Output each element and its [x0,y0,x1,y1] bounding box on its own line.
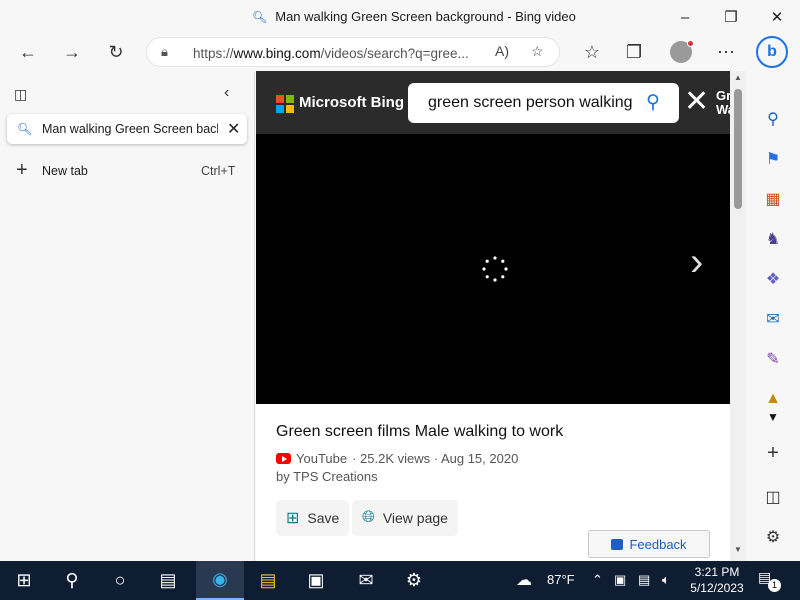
sidebar-search-icon[interactable]: ⚲ [761,107,785,131]
sidebar-games-icon[interactable]: ♞ [761,227,785,251]
plus-icon: + [16,159,28,181]
tab-title: Man walking Green Screen background - Bi… [42,122,218,136]
back-button[interactable]: ← [12,36,44,68]
tab-item[interactable]: 🔍︎ Man walking Green Screen background -… [7,114,247,144]
sidebar-tools-icon[interactable]: ▦ [761,187,785,211]
scroll-thumb[interactable] [734,89,742,209]
collapse-pane-icon[interactable]: ‹ [224,84,229,102]
next-video-chevron-icon[interactable]: › [690,242,703,282]
favorites-icon[interactable]: ☆ [576,36,608,68]
store-icon[interactable]: ▣ [292,561,340,600]
profile-avatar[interactable] [670,40,694,63]
title-bar: 🔍︎ Man walking Green Screen background -… [0,0,800,34]
forward-button[interactable]: → [56,36,88,68]
bing-chat-icon[interactable]: b [756,36,788,68]
sidebar-outlook-icon[interactable]: ✉ [761,307,785,331]
save-button[interactable]: ⊞ Save [276,500,350,536]
sidebar-settings-icon[interactable]: ⚙ [761,525,785,549]
tray-chevron-icon[interactable]: ⌃ [592,572,603,588]
edge-sidebar: ⚲ ⚑ ▦ ♞ ❖ ✉ ✎ ▲ ▼ + ◫ ⚙ [747,71,800,561]
sidebar-more-chevron-icon[interactable]: ▼ [761,405,785,429]
profile-notification-dot [687,40,694,47]
taskbar-clock[interactable]: 3:21 PM 5/12/2023 [686,564,748,596]
lock-icon[interactable]: 🔒︎ [161,44,168,60]
mail-icon[interactable]: ✉ [342,561,390,600]
sidebar-microsoft365-icon[interactable]: ❖ [761,267,785,291]
vertical-tabs-pane: ◫ ‹ 🔍︎ Man walking Green Screen backgrou… [0,72,255,562]
clock-time: 3:21 PM [694,565,740,579]
network-icon[interactable]: ▤ [638,572,650,588]
video-player[interactable]: › [256,134,730,404]
refresh-button[interactable]: ↻ [100,36,132,68]
search-box[interactable]: green screen person walking ⚲ [408,83,679,123]
more-menu-icon[interactable]: ⋯ [710,36,742,68]
view-page-button[interactable]: 🌐︎ View page [352,500,458,536]
meet-now-icon[interactable]: ▣ [614,572,626,588]
save-icon: ⊞ [286,510,300,527]
feedback-icon [611,538,624,550]
video-source: YouTube [296,451,348,466]
truncated-label: Gr Wa [716,88,730,117]
file-explorer-icon[interactable]: ▤ [244,561,292,600]
feedback-label: Feedback [629,536,687,552]
taskbar-search-icon[interactable]: ⚲ [48,561,96,600]
new-tab-button[interactable]: + New tab Ctrl+T [0,160,248,184]
new-tab-label: New tab [42,164,88,178]
cortana-icon[interactable]: ○ [96,561,144,600]
video-author: by TPS Creations [276,469,378,484]
youtube-icon [276,453,291,464]
video-stats: · 25.2K views · Aug 15, 2020 [352,451,519,466]
windows-taskbar: ⊞ ⚲ ○ ▤ ◉ ▤ ▣ ✉ ⚙ ☁ 87°F ⌃ ▣ ▤ 🔈︎ 3:21 P… [0,561,800,600]
window-title: 🔍︎ Man walking Green Screen background -… [252,9,576,24]
edge-taskbar-icon[interactable]: ◉ [196,561,244,600]
add-favorite-icon[interactable]: ☆ [531,43,544,60]
hide-sidebar-icon[interactable]: ◫ [761,485,785,509]
close-window-button[interactable]: ✕ [754,0,800,34]
read-aloud-icon[interactable]: A) [495,43,509,59]
globe-icon: 🌐︎ [362,509,375,526]
web-content: Microsoft Bing green screen person walki… [256,71,730,561]
video-title[interactable]: Green screen films Male walking to work [276,423,563,441]
feedback-button[interactable]: Feedback [588,530,710,558]
task-view-icon[interactable]: ▤ [144,561,192,600]
new-tab-shortcut: Ctrl+T [201,164,236,178]
close-overlay-icon[interactable]: ✕ [684,87,709,117]
collections-icon[interactable]: ❐ [618,36,650,68]
video-meta: YouTube · 25.2K views · Aug 15, 2020 [276,451,518,466]
volume-muted-icon[interactable]: 🔈︎ [662,572,670,588]
address-url[interactable]: https://www.bing.com/videos/search?q=gre… [193,46,493,61]
save-label: Save [307,510,340,526]
minimize-button[interactable]: – [662,0,708,34]
search-input[interactable]: green screen person walking [428,94,636,112]
bing-header: Microsoft Bing green screen person walki… [256,71,730,134]
scroll-up-icon[interactable]: ▲ [734,73,742,82]
browser-toolbar: ← → ↻ 🔒︎ https://www.bing.com/videos/sea… [0,34,800,70]
notification-center-icon[interactable]: ▤ 1 [758,569,781,592]
search-icon[interactable]: ⚲ [646,91,660,114]
loading-spinner-icon [482,256,508,282]
weather-icon[interactable]: ☁ [516,570,532,590]
window-title-text: Man walking Green Screen background - Bi… [275,9,576,24]
scroll-down-icon[interactable]: ▼ [734,545,742,554]
sidebar-designer-icon[interactable]: ✎ [761,347,785,371]
bing-brand[interactable]: Microsoft Bing [299,94,404,111]
view-page-label: View page [382,510,448,526]
close-tab-icon[interactable]: ✕ [227,119,240,139]
weather-temp[interactable]: 87°F [547,572,575,587]
settings-taskbar-icon[interactable]: ⚙ [390,561,438,600]
tab-favicon-search-icon: 🔍︎ [17,122,33,136]
address-bar[interactable]: 🔒︎ https://www.bing.com/videos/search?q=… [146,37,560,67]
search-icon: 🔍︎ [252,9,268,24]
start-button[interactable]: ⊞ [0,561,48,600]
sidebar-add-icon[interactable]: + [761,441,785,465]
page-scrollbar[interactable]: ▲ ▼ [730,71,746,561]
clock-date: 5/12/2023 [690,581,744,595]
tab-actions-icon[interactable]: ◫ [14,86,27,103]
sidebar-shopping-icon[interactable]: ⚑ [761,147,785,171]
microsoft-logo-icon[interactable] [276,95,294,113]
notification-count: 1 [768,579,781,592]
restore-button[interactable]: ❐ [708,0,754,34]
